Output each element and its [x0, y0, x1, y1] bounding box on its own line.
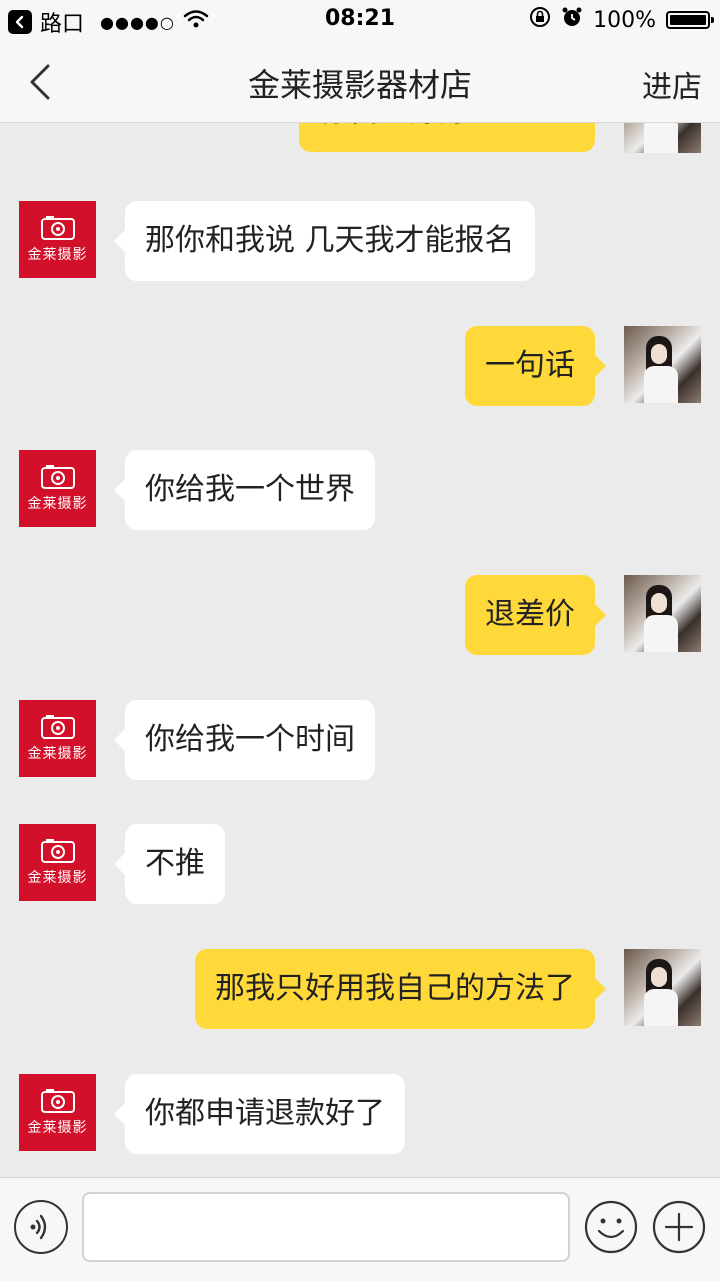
message-bubble-incoming[interactable]: 你都申请退款好了	[114, 1074, 405, 1154]
battery-icon	[666, 11, 714, 29]
message-bubble-outgoing[interactable]: 那我只好用我自己的方法了	[195, 949, 606, 1029]
enter-store-button[interactable]: 进店	[642, 62, 702, 106]
shop-avatar-label: 金莱摄影	[27, 746, 88, 762]
nav-bar: 金莱摄影器材店 进店	[0, 40, 720, 123]
avatar-face	[651, 344, 667, 364]
avatar-robe	[644, 366, 678, 403]
shop-avatar-label: 金莱摄影	[27, 1120, 88, 1136]
camera-logo-icon	[40, 216, 75, 240]
message-bubble-outgoing[interactable]: 退差价	[465, 575, 606, 655]
user-avatar[interactable]	[624, 123, 701, 153]
message-bubble-incoming[interactable]: 不推	[114, 824, 225, 904]
status-right: 100%	[529, 6, 714, 34]
shop-avatar[interactable]: 金莱摄影	[19, 450, 96, 527]
chat-list[interactable]: 你自己好好想想吧? 金莱摄影 那你和我说 几天我才能报名 一句话 金莱摄影 你给…	[0, 123, 720, 1177]
message-bubble-incoming[interactable]: 那你和我说 几天我才能报名	[114, 201, 535, 281]
user-avatar[interactable]	[624, 326, 701, 403]
avatar-face	[651, 593, 667, 613]
emoji-icon	[584, 1200, 638, 1254]
alarm-icon	[561, 6, 583, 34]
status-bar: 路口 ●●●●○ 08:21 100%	[0, 0, 720, 40]
voice-button[interactable]	[14, 1200, 68, 1254]
voice-icon	[30, 1214, 47, 1240]
emoji-button[interactable]	[584, 1200, 638, 1254]
plus-icon	[652, 1200, 706, 1254]
camera-logo-icon	[40, 465, 75, 489]
rotation-lock-icon	[529, 6, 551, 34]
avatar-robe	[644, 615, 678, 652]
message-bubble-incoming[interactable]: 你给我一个世界	[114, 450, 375, 530]
shop-avatar[interactable]: 金莱摄影	[19, 700, 96, 777]
message-bubble-incoming[interactable]: 你给我一个时间	[114, 700, 375, 780]
shop-avatar-label: 金莱摄影	[27, 870, 88, 886]
message-bubble-outgoing[interactable]: 你自己好好想想吧?	[299, 123, 606, 152]
camera-logo-icon	[40, 839, 75, 863]
battery-nub	[711, 17, 714, 23]
camera-logo-icon	[40, 1089, 75, 1113]
page-title: 金莱摄影器材店	[247, 66, 472, 104]
camera-logo-icon	[40, 715, 75, 739]
avatar-robe	[644, 123, 678, 153]
shop-avatar-label: 金莱摄影	[27, 247, 88, 263]
message-input[interactable]	[82, 1192, 570, 1262]
avatar-face	[651, 967, 667, 987]
shop-avatar[interactable]: 金莱摄影	[19, 824, 96, 901]
user-avatar[interactable]	[624, 949, 701, 1026]
avatar-robe	[644, 989, 678, 1026]
user-avatar[interactable]	[624, 575, 701, 652]
shop-avatar[interactable]: 金莱摄影	[19, 1074, 96, 1151]
battery-level	[670, 15, 706, 25]
battery-percent: 100%	[593, 7, 656, 33]
shop-avatar-label: 金莱摄影	[27, 496, 88, 512]
more-button[interactable]	[652, 1200, 706, 1254]
message-bubble-outgoing[interactable]: 一句话	[465, 326, 606, 406]
shop-avatar[interactable]: 金莱摄影	[19, 201, 96, 278]
input-bar	[0, 1177, 720, 1281]
